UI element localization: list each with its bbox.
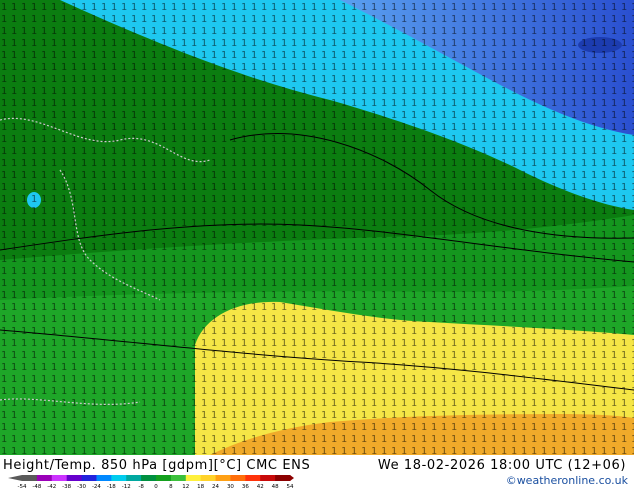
colorbar-swatch — [156, 475, 172, 481]
colorbar-tick-label: 0 — [154, 484, 158, 490]
colorbar-tick-label: -24 — [92, 484, 101, 490]
colorbar-tick-label: 18 — [197, 484, 204, 490]
colorbar-tick-label: -38 — [62, 484, 71, 490]
colorbar-swatch — [111, 475, 127, 481]
value-labels-overlay — [0, 0, 634, 455]
map-footer: Height/Temp. 850 hPa [gdpm][°C] CMC ENS … — [0, 455, 634, 490]
colorbar-tick-label: -42 — [47, 484, 56, 490]
colorbar-swatch — [141, 475, 157, 481]
colorbar-tick-label: -18 — [107, 484, 116, 490]
colorbar-tick-label: 30 — [227, 484, 234, 490]
colorbar-swatch — [22, 475, 38, 481]
colorbar-swatch — [275, 475, 291, 481]
colorbar-swatch — [126, 475, 142, 481]
weather-map: 1 — [0, 0, 634, 455]
colorbar-tick-label: 12 — [182, 484, 189, 490]
colorbar-tick-label: 54 — [287, 484, 294, 490]
map-title: Height/Temp. 850 hPa [gdpm][°C] CMC ENS — [3, 458, 311, 473]
colorbar-tick-label: -8 — [138, 484, 144, 490]
colorbar-arrow-right — [290, 475, 294, 481]
colorbar-tick-label: 24 — [212, 484, 219, 490]
colorbar-swatch — [260, 475, 276, 481]
colorbar-arrow-left — [8, 475, 22, 481]
color-legend: -54 -48 -42 -38 -30 -24 -18 -12 -8 0 8 12 18 24 30 36 42… — [8, 475, 294, 490]
colorbar-swatch — [170, 475, 187, 481]
colorbar-swatch — [245, 475, 261, 481]
colorbar-tick-label: 8 — [169, 484, 173, 490]
colorbar-tick-label: 42 — [257, 484, 264, 490]
colorbar-swatch — [230, 475, 246, 481]
colorbar-swatch — [51, 475, 68, 481]
valid-time: We 18-02-2026 18:00 UTC (12+06) — [377, 458, 626, 473]
colorbar-tick-label: -30 — [77, 484, 86, 490]
colorbar-swatch — [81, 475, 97, 481]
colorbar-tick-label: -12 — [122, 484, 131, 490]
colorbar-swatch — [96, 475, 112, 481]
colorbar-tick-label: 36 — [242, 484, 249, 490]
colorbar-tick-label: -54 — [18, 484, 27, 490]
colorbar-swatch — [185, 475, 202, 481]
colorbar-swatch — [215, 475, 231, 481]
colorbar-swatch — [200, 475, 217, 481]
colorbar-tick-label: 48 — [272, 484, 279, 490]
credit-link[interactable]: ©weatheronline.co.uk — [506, 474, 628, 487]
colorbar-swatch — [36, 475, 53, 481]
colorbar-swatch — [66, 475, 83, 481]
map-panel: 1 Hei — [0, 0, 634, 490]
colorbar-tick-label: -48 — [32, 484, 41, 490]
